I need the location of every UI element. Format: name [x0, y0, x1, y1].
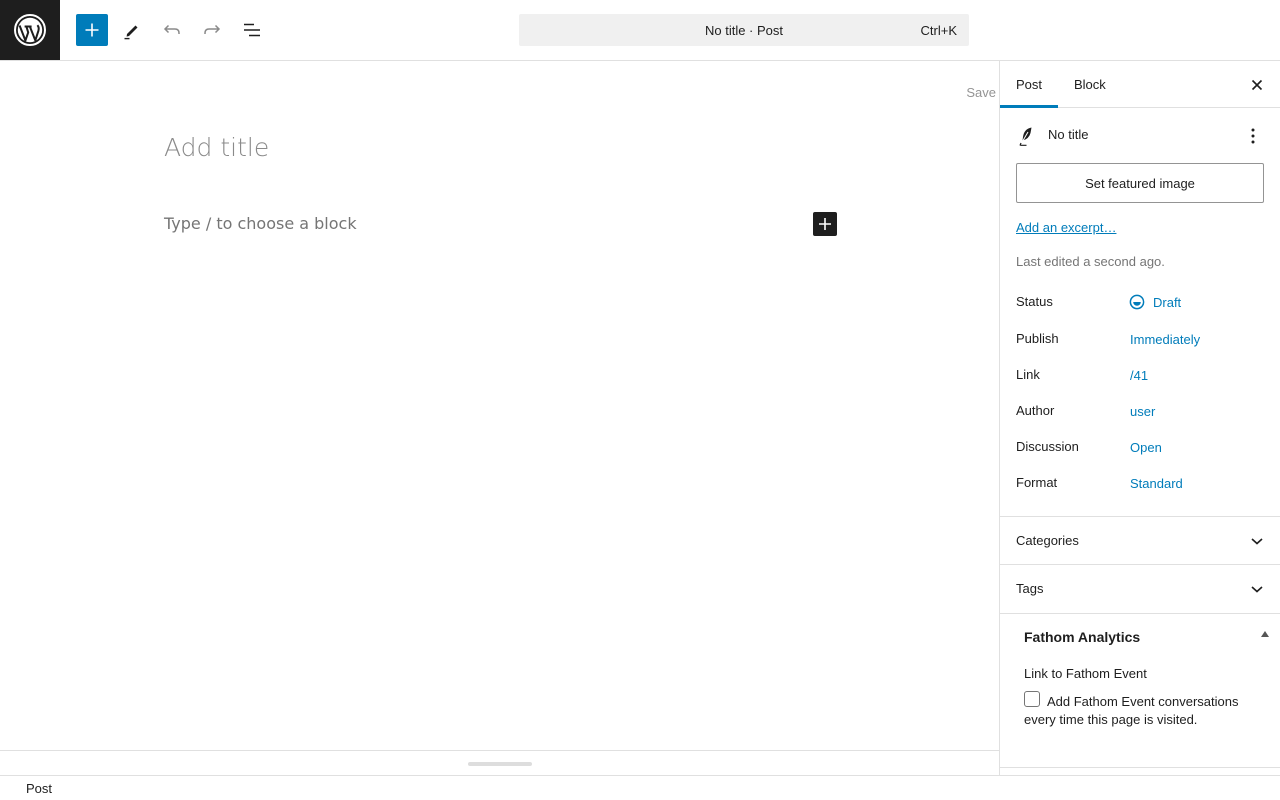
publish-value-button[interactable]: Immediately — [1130, 332, 1200, 347]
more-vertical-icon — [1251, 128, 1255, 144]
feather-icon — [1019, 127, 1032, 146]
link-value-button[interactable]: /41 — [1130, 368, 1148, 383]
document-title-label: No title · Post — [704, 22, 784, 38]
default-block-appender[interactable]: Type / to choose a block — [164, 214, 357, 233]
discussion-label: Discussion — [1016, 439, 1079, 454]
add-excerpt-link[interactable]: Add an excerpt… — [1016, 220, 1116, 235]
chevron-down-icon — [1249, 581, 1265, 597]
editor-canvas: Save Add title Type / to choose a block — [0, 61, 999, 750]
save-button[interactable]: Save — [966, 85, 996, 100]
status-value: Draft — [1153, 294, 1182, 310]
collapse-arrow-icon[interactable] — [1261, 631, 1269, 637]
author-label: Author — [1016, 403, 1055, 418]
post-actions-button[interactable] — [1241, 124, 1265, 148]
plus-icon — [819, 218, 831, 230]
categories-panel-title: Categories — [1016, 533, 1079, 548]
format-label: Format — [1016, 475, 1058, 490]
block-inserter-button[interactable] — [76, 14, 108, 46]
author-row: Author user — [1016, 400, 1265, 424]
chevron-down-icon — [1249, 533, 1265, 549]
fathom-event-checkbox-label: Add Fathom Event conversations every tim… — [1024, 694, 1239, 727]
keyboard-shortcut-hint: Ctrl+K — [920, 23, 957, 38]
block-breadcrumb-footer: Post — [0, 775, 1280, 800]
settings-sidebar: Post Block No title Set featured image A… — [999, 61, 1280, 775]
set-featured-image-button[interactable]: Set featured image — [1016, 163, 1264, 203]
tab-post[interactable]: Post — [1000, 61, 1058, 108]
categories-panel-toggle[interactable]: Categories — [1000, 516, 1280, 564]
fathom-analytics-title[interactable]: Fathom Analytics — [1024, 629, 1140, 645]
last-edited-text: Last edited a second ago. — [1016, 254, 1165, 269]
author-value-button[interactable]: user — [1130, 404, 1155, 419]
post-card-title: No title — [1048, 127, 1089, 142]
list-view-icon — [244, 23, 260, 37]
document-overview-button[interactable] — [236, 14, 268, 46]
meta-boxes-resize-bar — [0, 750, 999, 775]
publish-row: Publish Immediately — [1016, 328, 1265, 352]
link-label: Link — [1016, 367, 1040, 382]
link-row: Link /41 — [1016, 364, 1265, 388]
inline-block-inserter-button[interactable] — [813, 212, 837, 236]
tools-button[interactable] — [116, 14, 148, 46]
undo-button[interactable] — [156, 14, 188, 46]
discussion-value-button[interactable]: Open — [1130, 440, 1162, 455]
wordpress-logo-button[interactable] — [0, 0, 60, 60]
status-value-button[interactable]: Draft — [1129, 294, 1181, 310]
redo-button[interactable] — [196, 14, 228, 46]
tags-panel-title: Tags — [1016, 581, 1044, 596]
resize-handle[interactable] — [468, 762, 532, 766]
redo-icon — [204, 24, 221, 34]
close-icon — [1251, 79, 1263, 91]
sidebar-tabs: Post Block — [1000, 61, 1280, 108]
discussion-row: Discussion Open — [1016, 436, 1265, 460]
fathom-event-label: Link to Fathom Event — [1024, 666, 1147, 681]
editor-header: No title · Post Ctrl+K — [0, 0, 1280, 61]
publish-label: Publish — [1016, 331, 1059, 346]
status-label: Status — [1016, 294, 1053, 309]
breadcrumb-item-post[interactable]: Post — [26, 781, 52, 796]
plus-icon — [85, 23, 99, 37]
status-row: Status Draft — [1016, 291, 1265, 315]
draft-status-icon — [1129, 294, 1145, 310]
post-title-input[interactable]: Add title — [164, 133, 269, 162]
undo-icon — [163, 24, 180, 34]
tags-panel-toggle[interactable]: Tags — [1000, 564, 1280, 612]
wordpress-icon — [14, 14, 46, 46]
close-sidebar-button[interactable] — [1245, 73, 1269, 97]
post-card: No title — [1016, 124, 1265, 148]
pencil-icon — [124, 25, 138, 40]
tab-block[interactable]: Block — [1058, 61, 1122, 108]
fathom-analytics-metabox: Fathom Analytics Link to Fathom Event Ad… — [1000, 613, 1280, 768]
format-value-button[interactable]: Standard — [1130, 476, 1183, 491]
format-row: Format Standard — [1016, 472, 1265, 496]
command-palette-bar[interactable]: No title · Post Ctrl+K — [519, 14, 969, 46]
